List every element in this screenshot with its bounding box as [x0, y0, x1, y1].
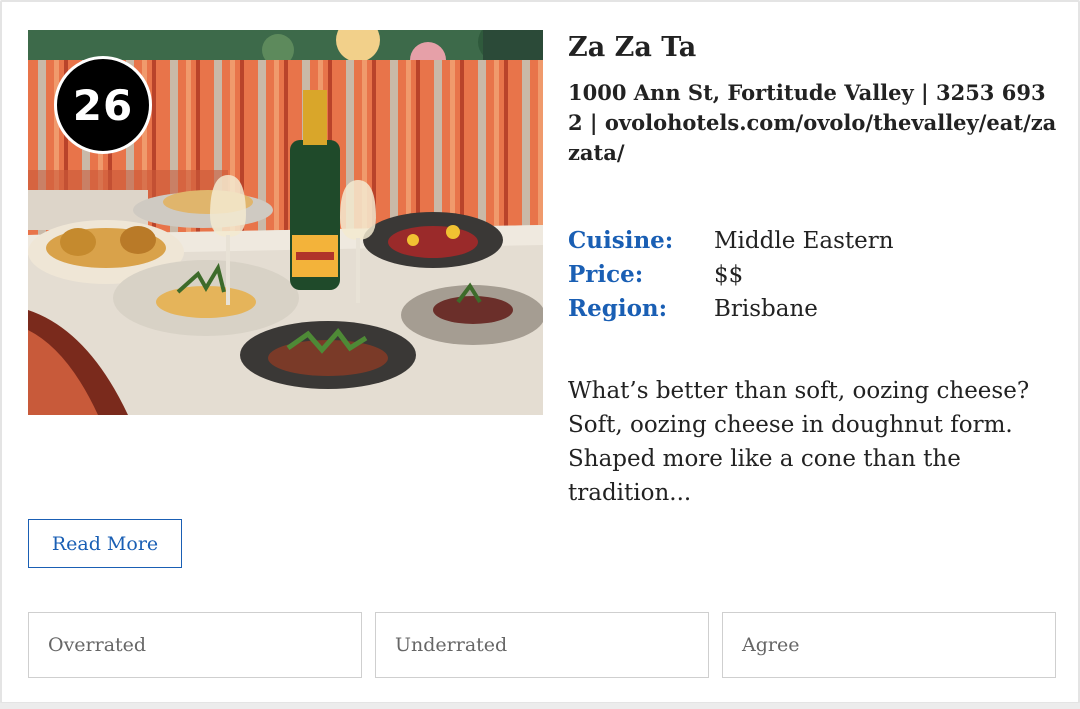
- review-excerpt-text: What’s better than soft, oozing cheese? …: [568, 378, 1030, 506]
- read-more-button[interactable]: Read More: [28, 519, 182, 568]
- price-value: $$: [714, 262, 744, 288]
- restaurant-name: Za Za Ta: [568, 32, 697, 63]
- fact-cuisine: Cuisine: Middle Eastern: [568, 224, 894, 258]
- review-excerpt: What’s better than soft, oozing cheese? …: [28, 374, 1058, 510]
- underrated-button[interactable]: Underrated: [375, 612, 709, 678]
- restaurant-card: 26 Za Za Ta 1000 Ann St, Fortitude Valle…: [0, 0, 1080, 704]
- price-label: Price:: [568, 261, 644, 288]
- cuisine-label: Cuisine:: [568, 227, 674, 254]
- facts-list: Cuisine: Middle Eastern Price: $$ Region…: [568, 224, 894, 326]
- next-card-edge: [0, 703, 1080, 709]
- cuisine-value: Middle Eastern: [714, 228, 894, 254]
- fact-price: Price: $$: [568, 258, 894, 292]
- agree-button[interactable]: Agree: [722, 612, 1056, 678]
- region-value: Brisbane: [714, 296, 818, 322]
- overrated-button[interactable]: Overrated: [28, 612, 362, 678]
- region-label: Region:: [568, 295, 668, 322]
- address-line[interactable]: 1000 Ann St, Fortitude Valley | 3253 693…: [568, 78, 1060, 168]
- fact-region: Region: Brisbane: [568, 292, 894, 326]
- rank-badge: 26: [54, 56, 152, 154]
